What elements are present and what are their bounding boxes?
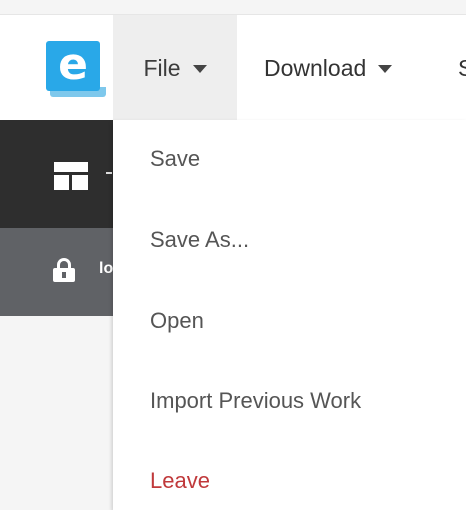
locked-label: lo xyxy=(99,260,114,277)
menu-item-import-previous-work[interactable]: Import Previous Work xyxy=(150,381,361,421)
layout-icon xyxy=(54,162,88,190)
partial-menu-button[interactable]: S xyxy=(458,15,466,121)
menu-item-save[interactable]: Save xyxy=(150,139,200,179)
file-dropdown-menu: Save Save As... Open Import Previous Wor… xyxy=(113,120,466,510)
download-caret-down-icon xyxy=(378,65,393,73)
app-logo[interactable]: e xyxy=(46,41,106,99)
top-menu-bar: e File Download S xyxy=(0,14,466,121)
lock-icon xyxy=(53,258,75,282)
file-menu-button[interactable]: File xyxy=(113,15,237,121)
panel-divider xyxy=(106,172,112,174)
menu-item-open[interactable]: Open xyxy=(150,301,204,341)
sidebar-layout-panel[interactable] xyxy=(0,120,120,228)
app-window: e File Download S lo Save Save As... Ope… xyxy=(0,0,466,510)
sidebar-locked-panel[interactable]: lo xyxy=(0,228,120,316)
file-menu-label: File xyxy=(143,54,181,81)
menu-item-leave[interactable]: Leave xyxy=(150,461,210,501)
menu-item-save-as[interactable]: Save As... xyxy=(150,220,249,260)
file-caret-down-icon xyxy=(192,65,207,73)
logo-letter: e xyxy=(46,41,100,91)
partial-menu-label: S xyxy=(458,54,466,81)
download-menu-button[interactable]: Download xyxy=(264,15,393,121)
download-menu-label: Download xyxy=(264,54,367,81)
